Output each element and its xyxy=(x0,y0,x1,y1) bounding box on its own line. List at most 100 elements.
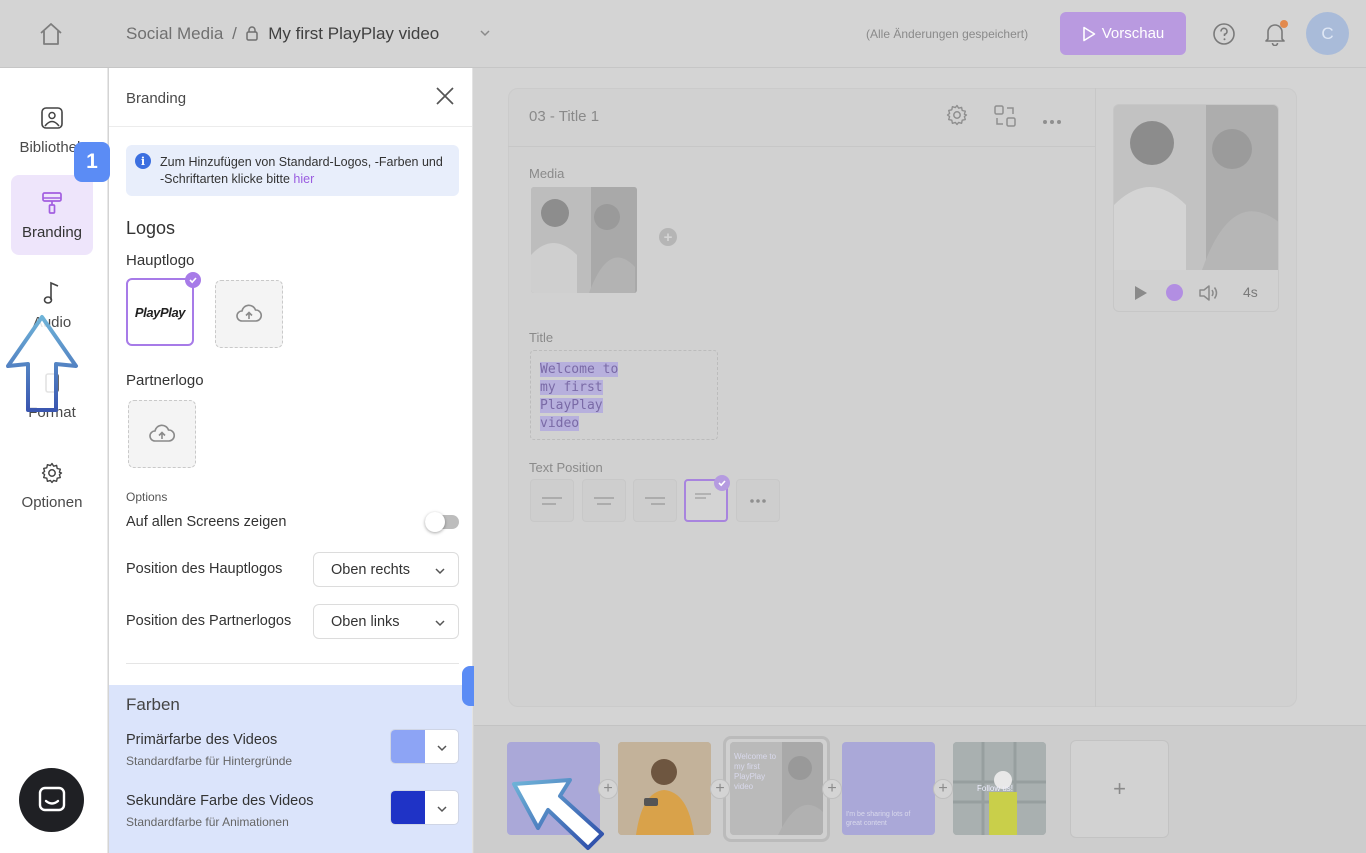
nav-item-branding[interactable]: Branding xyxy=(11,175,93,255)
chevron-down-icon xyxy=(437,806,447,813)
slide-thumbnail-4[interactable]: I'm be sharing lots of great content xyxy=(842,742,935,835)
add-media-icon[interactable]: + xyxy=(659,228,677,246)
media-label: Media xyxy=(529,166,565,181)
add-slide-between-icon[interactable]: + xyxy=(710,779,730,799)
text-position-left[interactable] xyxy=(530,479,574,522)
slide-5-text: Follow us! xyxy=(977,784,1014,793)
info-link[interactable]: hier xyxy=(293,172,314,186)
panel-header: Branding xyxy=(109,68,472,127)
primary-color-label: Primärfarbe des Videos xyxy=(126,732,278,748)
branding-panel: Branding i Zum Hinzufügen von Standard-L… xyxy=(109,68,473,853)
cloud-upload-icon xyxy=(236,304,263,322)
title-line: my first xyxy=(540,379,717,397)
partner-logo-heading: Partnerlogo xyxy=(126,372,204,389)
title-line-3: PlayPlay xyxy=(540,398,603,413)
text-position-right[interactable] xyxy=(633,479,677,522)
video-preview: 4s xyxy=(1113,104,1279,312)
colors-section: Farben Primärfarbe des Videos Standardfa… xyxy=(109,685,472,853)
main-logo-heading: Hauptlogo xyxy=(126,252,195,269)
top-bar: Social Media / My first PlayPlay video (… xyxy=(0,0,1366,68)
left-nav: Bibliothek Branding Audio Format Optione… xyxy=(0,68,108,853)
preview-button[interactable]: Vorschau xyxy=(1060,12,1186,55)
partner-logo-position-label: Position des Partnerlogos xyxy=(126,613,292,629)
save-status: (Alle Änderungen gespeichert) xyxy=(866,27,1029,41)
slide-3-line-1: Welcome to xyxy=(734,752,777,761)
slide-thumbnail-3[interactable]: Welcome to my first PlayPlay video xyxy=(730,742,823,835)
panel-title: Branding xyxy=(126,90,187,107)
step-badge-1: 1 xyxy=(74,142,110,182)
main-logo-position-value: Oben rechts xyxy=(331,562,410,578)
chevron-down-icon xyxy=(435,620,445,627)
title-label: Title xyxy=(529,330,554,345)
slide-3-line-2: my first xyxy=(734,762,760,771)
slide-thumbnail-2[interactable] xyxy=(618,742,711,835)
primary-color-swatch xyxy=(391,730,425,763)
slide-3-line-3: PlayPlay xyxy=(734,772,766,781)
secondary-color-picker[interactable] xyxy=(390,790,459,825)
text-position-label: Text Position xyxy=(529,460,603,475)
chevron-down-icon[interactable] xyxy=(478,26,492,45)
play-icon xyxy=(1082,26,1096,41)
help-icon[interactable] xyxy=(1212,22,1236,51)
primary-color-hint: Standardfarbe für Hintergründe xyxy=(126,754,293,768)
chat-button[interactable] xyxy=(19,768,84,832)
main-logo-upload[interactable] xyxy=(215,280,283,348)
show-all-screens-toggle[interactable] xyxy=(425,512,459,532)
main-logo-tile[interactable]: PlayPlay xyxy=(126,278,194,346)
add-slide-between-icon[interactable]: + xyxy=(822,779,842,799)
main-logo-text: PlayPlay xyxy=(134,304,186,320)
volume-icon[interactable] xyxy=(1198,283,1220,308)
notification-dot xyxy=(1280,20,1288,28)
align-center-icon xyxy=(594,496,614,505)
replace-icon[interactable] xyxy=(993,104,1017,133)
chevron-down-icon xyxy=(437,745,447,752)
play-icon[interactable] xyxy=(1134,285,1148,306)
logos-heading: Logos xyxy=(126,218,176,238)
cloud-upload-icon xyxy=(149,424,176,442)
project-name[interactable]: My first PlayPlay video xyxy=(268,24,439,43)
more-options-icon[interactable] xyxy=(1042,112,1062,130)
close-icon[interactable] xyxy=(435,86,455,111)
settings-gear-icon[interactable] xyxy=(946,104,968,131)
add-slide-button[interactable]: + xyxy=(1070,740,1169,838)
main-logo-position-label: Position des Hauptlogos xyxy=(126,561,283,577)
home-icon[interactable] xyxy=(38,22,64,46)
toggle-knob xyxy=(425,512,445,532)
title-line-2: my first xyxy=(540,380,603,395)
more-options-icon xyxy=(750,498,766,503)
align-right-icon xyxy=(645,496,665,505)
main-logo-position-select[interactable]: Oben rechts xyxy=(313,552,459,587)
gear-icon xyxy=(41,460,63,486)
slide-4-line-2: great content xyxy=(846,820,887,827)
show-all-screens-label: Auf allen Screens zeigen xyxy=(126,514,287,530)
partner-logo-position-select[interactable]: Oben links xyxy=(313,604,459,639)
title-line: PlayPlay xyxy=(540,397,717,415)
check-icon xyxy=(714,475,730,491)
avatar[interactable]: C xyxy=(1306,12,1349,55)
secondary-color-hint: Standardfarbe für Animationen xyxy=(126,815,289,829)
align-top-left-icon xyxy=(695,492,711,499)
add-slide-between-icon[interactable]: + xyxy=(933,779,953,799)
media-thumbnail[interactable] xyxy=(531,187,637,293)
slide-thumbnail-5[interactable]: Follow us! xyxy=(953,742,1046,835)
lock-icon xyxy=(245,26,258,46)
divider xyxy=(1095,88,1096,707)
partner-logo-upload[interactable] xyxy=(128,400,196,468)
timeline-scrubber[interactable] xyxy=(1166,284,1183,301)
title-input[interactable]: Welcome to my first PlayPlay video xyxy=(530,350,718,440)
text-position-center[interactable] xyxy=(582,479,626,522)
preview-controls: 4s xyxy=(1114,270,1278,311)
text-position-more[interactable] xyxy=(736,479,780,522)
chat-icon xyxy=(38,786,65,812)
slide-3-line-4: video xyxy=(734,782,754,791)
secondary-color-label: Sekundäre Farbe des Videos xyxy=(126,793,314,809)
primary-color-picker[interactable] xyxy=(390,729,459,764)
info-box: i Zum Hinzufügen von Standard-Logos, -Fa… xyxy=(126,145,459,196)
nav-item-optionen[interactable]: Optionen xyxy=(11,445,93,525)
divider xyxy=(126,663,459,664)
divider xyxy=(508,146,1096,147)
scene-title: 03 - Title 1 xyxy=(529,108,600,125)
chevron-down-icon xyxy=(435,568,445,575)
breadcrumb-root[interactable]: Social Media xyxy=(126,24,223,43)
title-line: Welcome to xyxy=(540,361,717,379)
